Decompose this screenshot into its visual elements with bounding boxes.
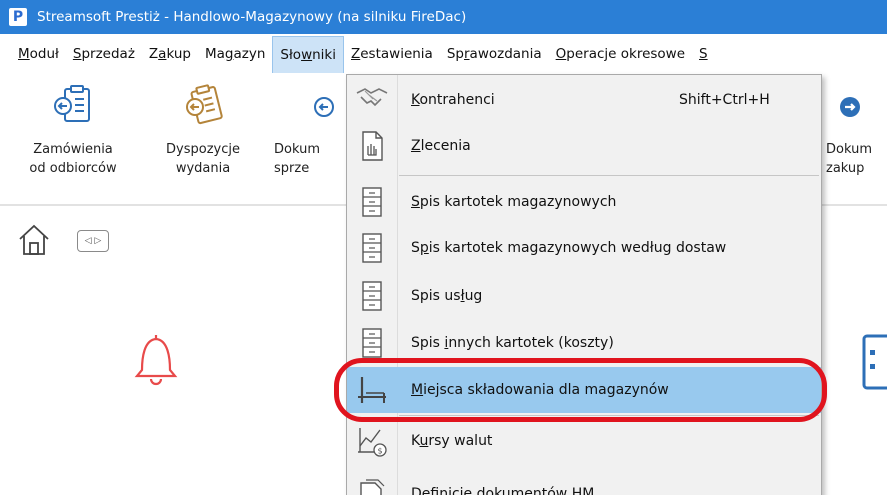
home-icon[interactable]: [16, 222, 52, 258]
sales-line1: Dokum: [274, 142, 320, 157]
menu-separator: [399, 175, 819, 176]
file-cabinet-icon: [362, 281, 382, 311]
sales-documents-button[interactable]: Dokum sprze: [274, 82, 344, 178]
sales-line2: sprze: [274, 161, 310, 176]
svg-text:$: $: [377, 447, 382, 456]
menu-magazyn[interactable]: Magazyn: [198, 36, 272, 72]
menu-item-zlecenia[interactable]: Zlecenia: [347, 123, 821, 169]
menu-item-label: Spis usług: [411, 288, 483, 304]
menu-item-spis-kartotek-dostaw[interactable]: Spis kartotek magazynowych według dostaw: [347, 225, 821, 271]
dispatch-orders-button[interactable]: Dyspozycje wydania: [138, 82, 268, 178]
menu-slowniki[interactable]: Słowniki: [272, 35, 344, 73]
menu-zakup[interactable]: Zakup: [142, 36, 198, 72]
shortcut-label: Shift+Ctrl+H: [679, 92, 770, 108]
app-window: P Streamsoft Prestiż - Handlowo-Magazyno…: [0, 0, 887, 495]
dispatch-clipboard-icon: [186, 84, 223, 125]
file-cabinet-icon: [362, 233, 382, 263]
document-hand-icon: [362, 131, 383, 161]
bell-icon[interactable]: [132, 330, 180, 388]
orders-line2: od odbiorców: [29, 161, 117, 176]
menu-sprawozdania[interactable]: Sprawozdania: [440, 36, 549, 72]
menu-overflow[interactable]: S: [692, 36, 715, 72]
menu-item-label: Spis kartotek magazynowych: [411, 194, 617, 210]
menu-item-label: Zlecenia: [411, 138, 471, 154]
menu-zestawienia[interactable]: Zestawienia: [344, 36, 440, 72]
menu-item-label: Kontrahenci: [411, 92, 495, 108]
window-title: Streamsoft Prestiż - Handlowo-Magazynowy…: [37, 9, 467, 25]
dispatch-line2: wydania: [175, 161, 231, 176]
menu-item-spis-kartotek[interactable]: Spis kartotek magazynowych: [347, 179, 821, 225]
menu-item-label: Definicje dokumentów HM: [411, 486, 595, 495]
menu-item-label: Spis kartotek magazynowych według dostaw: [411, 240, 727, 256]
purchase-line2: zakup: [826, 161, 865, 176]
purchase-line1: Dokum: [826, 142, 872, 157]
currency-chart-icon: $: [358, 428, 387, 457]
tabs-navigation-button[interactable]: ◁ ▷: [77, 230, 109, 252]
app-logo: P: [9, 8, 27, 26]
file-cabinet-icon: [362, 187, 382, 217]
orders-line1: Zamówienia: [33, 142, 113, 157]
slowniki-dropdown-menu: Kontrahenci Shift+Ctrl+H Zlecenia Spis k…: [346, 74, 822, 495]
menu-item-kontrahenci[interactable]: Kontrahenci Shift+Ctrl+H: [347, 77, 821, 123]
menu-item-kursy-walut[interactable]: $ Kursy walut: [347, 418, 821, 464]
purchase-document-icon: [840, 97, 860, 117]
orders-from-customers-button[interactable]: Zamówienia od odbiorców: [8, 82, 138, 178]
handshake-icon: [356, 88, 388, 107]
menu-item-label: Spis innych kartotek (koszty): [411, 335, 614, 351]
menu-item-definicje-dokumentow[interactable]: Definicje dokumentów HM: [347, 471, 821, 495]
menu-operacje-okresowe[interactable]: Operacje okresowe: [549, 36, 692, 72]
document-definitions-icon: [360, 479, 385, 495]
menu-modul[interactable]: Moduł: [11, 36, 66, 72]
menu-item-label: Kursy walut: [411, 433, 493, 449]
order-clipboard-icon: [54, 85, 90, 122]
purchase-documents-button[interactable]: Dokum zakup: [826, 82, 887, 178]
menu-bar: Moduł Sprzedaż Zakup Magazyn Słowniki Ze…: [0, 34, 887, 74]
title-bar: P Streamsoft Prestiż - Handlowo-Magazyno…: [0, 0, 887, 34]
menu-sprzedaz[interactable]: Sprzedaż: [66, 36, 142, 72]
clipboard-icon[interactable]: [856, 330, 887, 394]
menu-item-spis-uslug[interactable]: Spis usług: [347, 273, 821, 319]
dispatch-line1: Dyspozycje: [166, 142, 240, 157]
annotation-highlight-ring: [334, 358, 827, 422]
file-cabinet-icon: [362, 328, 382, 358]
